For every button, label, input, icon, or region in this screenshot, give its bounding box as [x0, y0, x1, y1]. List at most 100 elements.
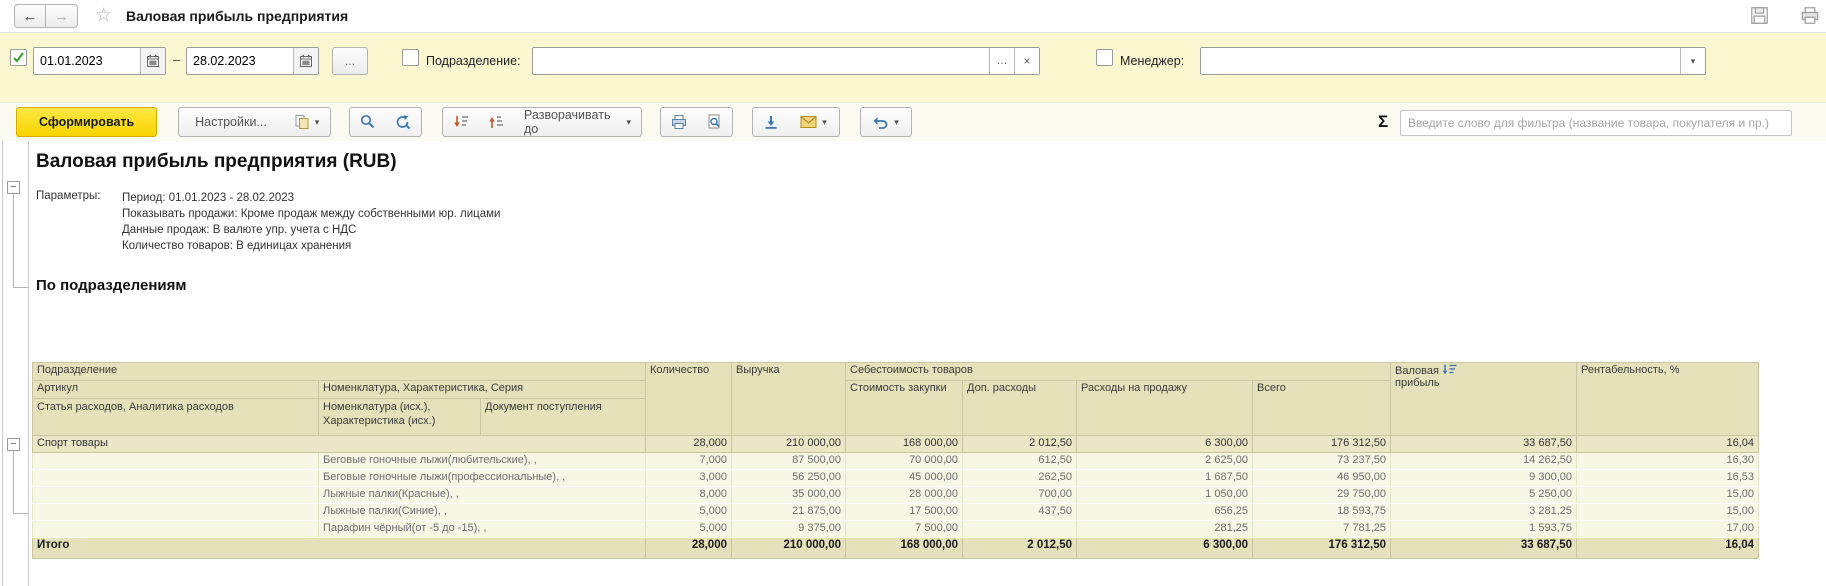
header-margin: Рентабельность, %	[1577, 363, 1759, 436]
period-checkbox[interactable]	[10, 49, 27, 66]
date-from-input[interactable]	[34, 48, 140, 74]
header-profit: Валовая прибыль	[1391, 363, 1577, 436]
subdivision-checkbox[interactable]	[402, 49, 419, 66]
period-dash: –	[173, 52, 180, 67]
total-cell: 7 781,25	[1253, 521, 1391, 538]
params-label: Параметры:	[36, 190, 101, 202]
purchase-cell: 168 000,00	[846, 436, 963, 453]
header-subdivision: Подразделение	[33, 363, 646, 381]
revenue-cell: 87 500,00	[732, 453, 846, 470]
undo-arrow-icon	[873, 115, 889, 129]
subdivision-clear-button[interactable]: ×	[1014, 48, 1039, 74]
grouping-line-inner	[28, 141, 29, 586]
manager-dropdown-button[interactable]: ▾	[1680, 48, 1705, 74]
filter-bar: – ... Подразделение: … × Менеджер: ▾	[0, 33, 1826, 103]
send-mail-button[interactable]: ▾	[788, 107, 840, 137]
collapse-rows-button[interactable]	[442, 107, 479, 137]
header-expense-item: Статья расходов, Аналитика расходов	[33, 399, 319, 436]
profit-cell: 33 687,50	[1391, 436, 1577, 453]
calendar-icon	[299, 54, 313, 68]
refresh-search-button[interactable]	[385, 107, 422, 137]
expand-rows-button[interactable]	[478, 107, 515, 137]
revenue-cell: 210 000,00	[732, 538, 846, 559]
selling-cell: 6 300,00	[1077, 436, 1253, 453]
extra-cell: 612,50	[963, 453, 1077, 470]
report-variants-button[interactable]: ▾	[283, 107, 331, 137]
calendar-button[interactable]	[140, 48, 165, 74]
print-preview-button[interactable]	[696, 107, 733, 137]
sort-descending-icon[interactable]	[1442, 364, 1457, 375]
checkmark-icon	[11, 50, 26, 65]
date-to-field	[186, 47, 319, 75]
profit-cell: 9 300,00	[1391, 470, 1577, 487]
total-cell: 176 312,50	[1253, 436, 1391, 453]
save-report-button[interactable]	[752, 107, 789, 137]
purchase-cell: 45 000,00	[846, 470, 963, 487]
header-selling: Расходы на продажу	[1077, 381, 1253, 436]
window-title: Валовая прибыль предприятия	[126, 8, 348, 24]
print-icon[interactable]	[1799, 6, 1821, 28]
report-table-body: Спорт товары28,000210 000,00168 000,002 …	[33, 436, 1759, 559]
search-button[interactable]	[349, 107, 386, 137]
selling-cell: 6 300,00	[1077, 538, 1253, 559]
mail-icon	[800, 115, 817, 129]
report-title: Валовая прибыль предприятия (RUB)	[36, 151, 397, 173]
save-icon[interactable]	[1750, 6, 1769, 28]
calendar-button[interactable]	[293, 48, 318, 74]
manager-checkbox[interactable]	[1096, 49, 1113, 66]
section-title: По подразделениям	[36, 277, 186, 294]
quick-filter-input[interactable]	[1400, 110, 1792, 136]
settings-button[interactable]: Настройки...	[178, 107, 284, 137]
detail-row: Парафин чёрный(от -5 до -15), ,5,0009 37…	[33, 521, 1759, 538]
printer-icon	[671, 114, 687, 130]
extra-cell: 437,50	[963, 504, 1077, 521]
manager-input[interactable]	[1201, 48, 1680, 74]
nomenclature-cell: Беговые гоночные лыжи(профессиональные),…	[319, 470, 646, 487]
purchase-cell: 28 000,00	[846, 487, 963, 504]
forward-button[interactable]: →	[46, 4, 78, 28]
detail-row: Беговые гоночные лыжи(профессиональные),…	[33, 470, 1759, 487]
generate-button[interactable]: Сформировать	[16, 107, 157, 137]
nav-buttons: ← →	[14, 4, 78, 28]
grouping-bracket	[13, 451, 28, 514]
qty-cell: 3,000	[646, 470, 732, 487]
profit-cell: 5 250,00	[1391, 487, 1577, 504]
expand-to-button[interactable]: Разворачивать до ▾	[514, 107, 642, 137]
detail-row: Лыжные палки(Красные), ,8,00035 000,0028…	[33, 487, 1759, 504]
back-button[interactable]: ←	[14, 4, 46, 28]
profit-cell: 1 593,75	[1391, 521, 1577, 538]
report-collapse-button[interactable]: −	[7, 181, 20, 194]
subdivision-label: Подразделение:	[426, 54, 521, 68]
subdivision-field: … ×	[532, 47, 1040, 75]
history-actions-button[interactable]: ▾	[860, 107, 912, 137]
refresh-search-icon	[395, 114, 411, 130]
header-receipt-doc: Документ поступления	[481, 399, 646, 436]
purchase-cell: 70 000,00	[846, 453, 963, 470]
group-collapse-button[interactable]: −	[7, 438, 20, 451]
extra-cell: 2 012,50	[963, 436, 1077, 453]
report-toolbar: Сформировать Настройки... ▾ Разворачиват…	[0, 103, 1826, 141]
detail-row: Беговые гоночные лыжи(любительские), ,7,…	[33, 453, 1759, 470]
nomenclature-cell: Парафин чёрный(от -5 до -15), ,	[319, 521, 646, 538]
subdivision-lookup-button[interactable]: …	[989, 48, 1014, 74]
extra-cell	[963, 521, 1077, 538]
header-qty: Количество	[646, 363, 732, 436]
qty-cell: 8,000	[646, 487, 732, 504]
total-cell: 46 950,00	[1253, 470, 1391, 487]
param-line: Показывать продажи: Кроме продаж между с…	[122, 206, 500, 222]
total-cell: 29 750,00	[1253, 487, 1391, 504]
back-arrow-icon: ←	[23, 8, 38, 25]
favorite-star-icon[interactable]: ☆	[95, 4, 112, 27]
param-line: Данные продаж: В валюте упр. учета с НДС	[122, 222, 500, 238]
total-cell: 73 237,50	[1253, 453, 1391, 470]
title-bar: ← → ☆ Валовая прибыль предприятия	[0, 0, 1826, 33]
chevron-down-icon: ▾	[315, 117, 320, 128]
print-button[interactable]	[660, 107, 697, 137]
manager-label: Менеджер:	[1120, 54, 1184, 68]
header-nomenclature: Номенклатура, Характеристика, Серия	[319, 381, 646, 399]
selling-cell: 656,25	[1077, 504, 1253, 521]
chevron-down-icon: ▾	[822, 117, 827, 128]
subdivision-input[interactable]	[533, 48, 989, 74]
date-to-input[interactable]	[187, 48, 293, 74]
period-more-button[interactable]: ...	[332, 47, 368, 75]
